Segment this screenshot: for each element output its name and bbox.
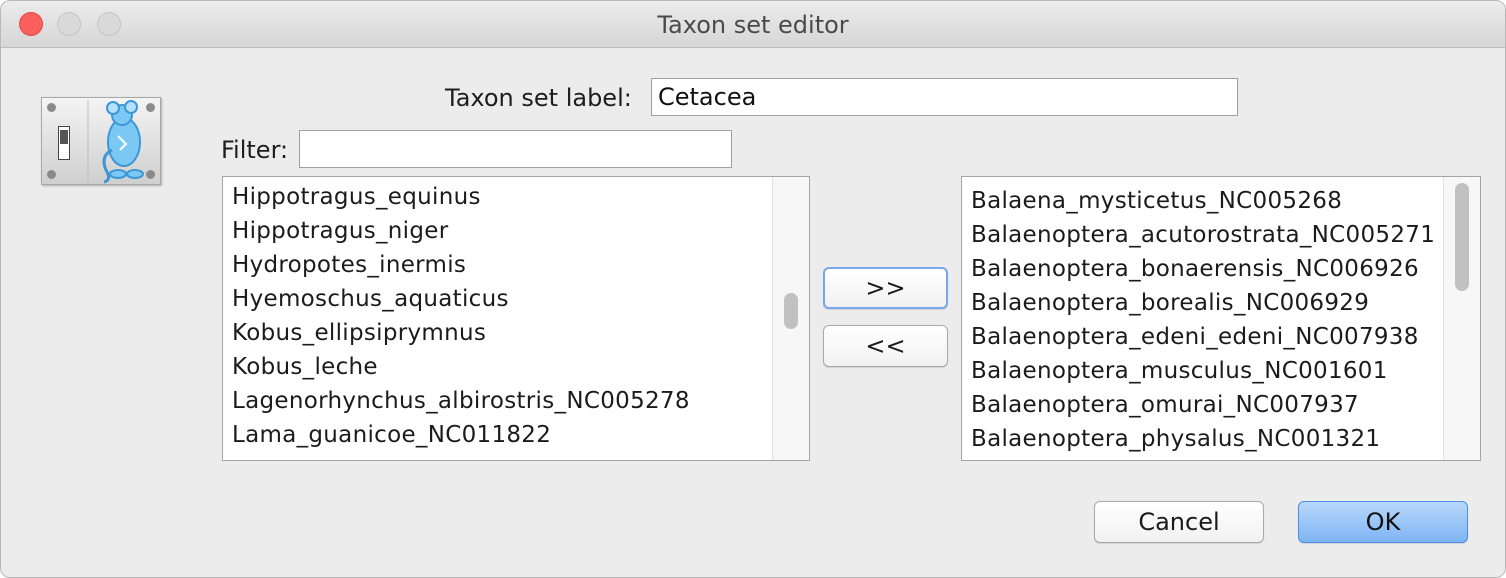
list-item[interactable]: Hippotragus_equinus [223, 180, 773, 214]
list-item[interactable]: Hyemoschus_aquaticus [223, 282, 773, 316]
filter-input[interactable] [299, 130, 732, 168]
list-item[interactable]: Balaena_mysticetus_NC005268 [962, 184, 1444, 218]
window-title: Taxon set editor [657, 11, 849, 39]
taxon-set-editor-window: Taxon set editor Taxon set label: Filter… [0, 0, 1506, 578]
mouse-icon [41, 97, 161, 185]
list-item[interactable]: Balaenoptera_borealis_NC006929 [962, 286, 1444, 320]
filter-caption: Filter: [221, 136, 289, 164]
list-item[interactable]: Lagenorhynchus_albirostris_NC005278 [223, 384, 773, 418]
available-taxa-list[interactable]: Hippotragus_equinus Hippotragus_niger Hy… [222, 176, 810, 461]
list-item[interactable]: Balaenoptera_acutorostrata_NC005271 [962, 218, 1444, 252]
list-item[interactable]: Balaenoptera_physalus_NC001321 [962, 422, 1444, 456]
list-item[interactable]: Balaenoptera_edeni_edeni_NC007938 [962, 320, 1444, 354]
selected-list-scroll-thumb[interactable] [1455, 183, 1469, 291]
list-item[interactable]: Balaenoptera_bonaerensis_NC006926 [962, 252, 1444, 286]
list-item[interactable]: Balaenoptera_musculus_NC001601 [962, 354, 1444, 388]
add-taxa-button[interactable]: >> [823, 267, 948, 309]
ok-button[interactable]: OK [1298, 501, 1468, 543]
remove-taxa-button[interactable]: << [823, 325, 948, 367]
selected-list-scrollbar[interactable] [1443, 177, 1480, 460]
list-item[interactable]: Kobus_ellipsiprymnus [223, 316, 773, 350]
cancel-button[interactable]: Cancel [1094, 501, 1264, 543]
title-bar[interactable]: Taxon set editor [1, 1, 1505, 48]
list-item[interactable]: Hippotragus_niger [223, 214, 773, 248]
mouse-figure-icon [87, 100, 144, 184]
list-item[interactable]: Hydropotes_inermis [223, 248, 773, 282]
list-item[interactable]: Balaenoptera_omurai_NC007937 [962, 388, 1444, 422]
available-list-scrollbar[interactable] [772, 177, 809, 460]
taxon-set-label-caption: Taxon set label: [445, 84, 632, 112]
taxon-set-label-input[interactable] [651, 78, 1238, 116]
selected-taxa-list[interactable]: Balaena_mysticetus_NC005268 Balaenoptera… [961, 176, 1481, 461]
list-item[interactable]: Lama_guanicoe_NC011822 [223, 418, 773, 452]
available-list-scroll-thumb[interactable] [784, 293, 798, 329]
list-item[interactable]: Kobus_leche [223, 350, 773, 384]
